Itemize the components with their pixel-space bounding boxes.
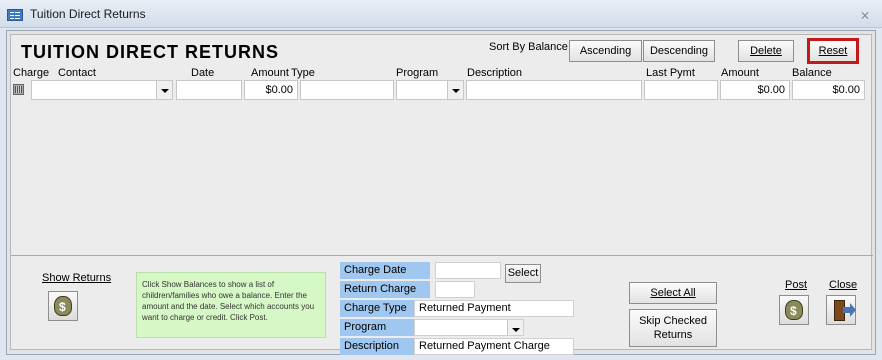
type-field[interactable] bbox=[300, 80, 394, 100]
dropdown-arrow-icon[interactable] bbox=[447, 81, 463, 99]
skip-checked-line-1: Skip Checked bbox=[639, 315, 707, 327]
post-label: Post bbox=[785, 279, 807, 291]
contact-combo[interactable] bbox=[31, 80, 173, 100]
column-header-charge: Charge bbox=[13, 67, 50, 79]
column-header-balance: Balance bbox=[792, 67, 832, 79]
program-combo[interactable] bbox=[396, 80, 464, 100]
ascending-button[interactable]: Ascending bbox=[569, 40, 642, 62]
instructions-note: Click Show Balances to show a list of ch… bbox=[136, 272, 326, 338]
column-header-contact: Contact bbox=[58, 67, 96, 79]
window-title: Tuition Direct Returns bbox=[30, 7, 146, 21]
title-bar: Tuition Direct Returns ⨯ bbox=[0, 0, 882, 28]
return-charge-field[interactable] bbox=[435, 281, 475, 298]
table-row: $0.00 $0.00 $0.00 bbox=[11, 80, 873, 100]
charge-type-field[interactable]: Returned Payment bbox=[414, 300, 574, 317]
close-button[interactable] bbox=[826, 295, 856, 325]
page-title: TUITION DIRECT RETURNS bbox=[21, 42, 279, 62]
return-charge-label: Return Charge bbox=[340, 281, 430, 298]
divider bbox=[11, 255, 873, 256]
column-header-amount: Amount bbox=[251, 67, 289, 79]
show-returns-label: Show Returns bbox=[42, 272, 111, 284]
amount-field[interactable]: $0.00 bbox=[244, 80, 298, 100]
select-all-label: Select All bbox=[650, 287, 696, 299]
descending-button[interactable]: Descending bbox=[643, 40, 715, 62]
app-icon bbox=[7, 9, 23, 21]
column-header-program: Program bbox=[396, 67, 439, 79]
skip-checked-returns-button[interactable]: Skip Checked Returns bbox=[629, 309, 717, 347]
charge-checkbox[interactable] bbox=[13, 84, 24, 95]
show-returns-button[interactable] bbox=[48, 291, 78, 321]
show-returns-text: Show Returns bbox=[42, 272, 112, 284]
column-header-description: Description bbox=[467, 67, 523, 79]
exit-arrow-icon bbox=[843, 303, 856, 317]
reset-label: Reset bbox=[818, 45, 848, 57]
column-header-date: Date bbox=[191, 67, 215, 79]
column-header-amount-2: Amount bbox=[721, 67, 759, 79]
description-field[interactable] bbox=[466, 80, 642, 100]
main-form: TUITION DIRECT RETURNS Sort By Balance A… bbox=[6, 30, 876, 355]
delete-label: Delete bbox=[750, 45, 782, 57]
select-all-button[interactable]: Select All bbox=[629, 282, 717, 304]
close-text: Close bbox=[829, 279, 858, 291]
reset-button[interactable]: Reset bbox=[807, 38, 859, 64]
charge-date-field[interactable] bbox=[435, 262, 501, 279]
amount-2-field[interactable]: $0.00 bbox=[720, 80, 790, 100]
description-value-field[interactable]: Returned Payment Charge bbox=[414, 338, 574, 355]
column-header-last-pymt: Last Pymt bbox=[646, 67, 695, 79]
post-text: Post bbox=[785, 279, 808, 291]
money-bag-icon bbox=[54, 296, 72, 316]
column-header-type: Type bbox=[291, 67, 315, 79]
skip-checked-line-2: Returns bbox=[653, 329, 693, 341]
program-select[interactable] bbox=[414, 319, 524, 336]
money-bag-icon bbox=[785, 300, 803, 320]
last-pymt-field[interactable] bbox=[644, 80, 718, 100]
dropdown-arrow-icon[interactable] bbox=[507, 320, 523, 335]
close-icon[interactable]: ⨯ bbox=[860, 8, 870, 22]
sort-label: Sort By Balance bbox=[489, 41, 568, 53]
delete-button[interactable]: Delete bbox=[738, 40, 794, 62]
close-label: Close bbox=[829, 279, 857, 291]
date-field[interactable] bbox=[176, 80, 242, 100]
dropdown-arrow-icon[interactable] bbox=[156, 81, 172, 99]
post-button[interactable] bbox=[779, 295, 809, 325]
balance-field[interactable]: $0.00 bbox=[792, 80, 865, 100]
form-body: TUITION DIRECT RETURNS Sort By Balance A… bbox=[10, 34, 873, 355]
select-button[interactable]: Select bbox=[505, 264, 541, 283]
charge-date-label: Charge Date bbox=[340, 262, 430, 279]
